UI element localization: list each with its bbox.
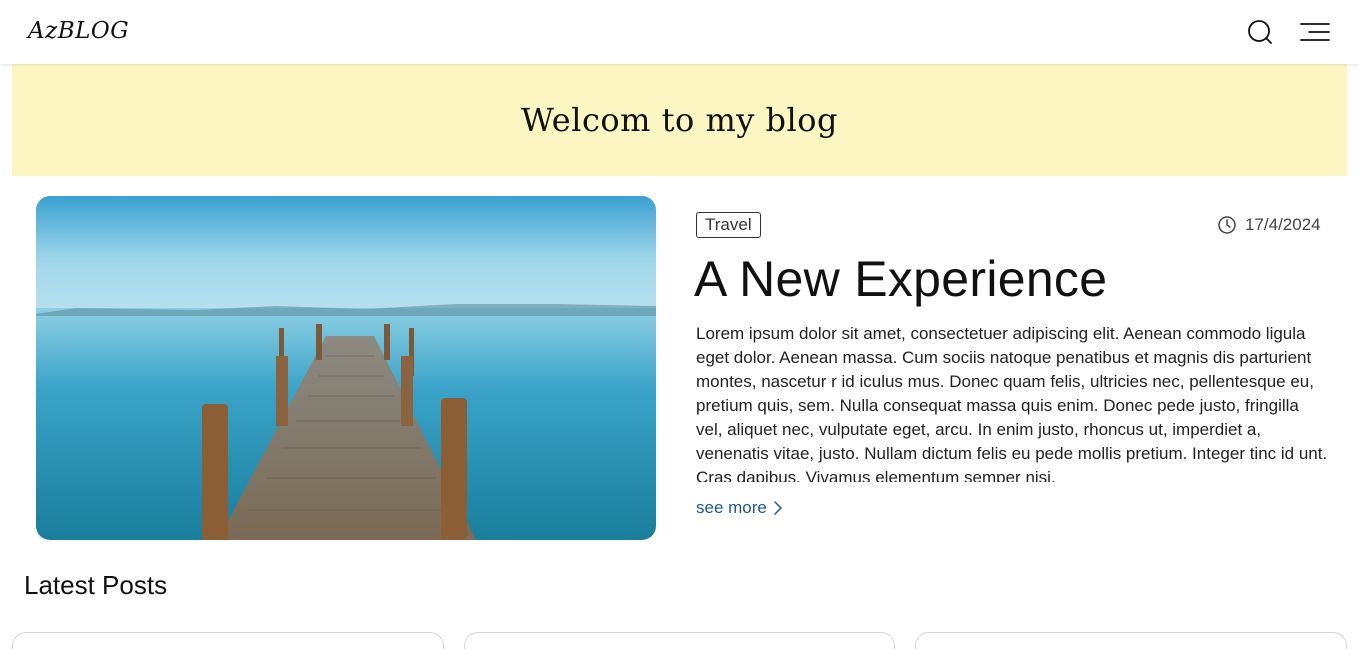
featured-post-excerpt: Lorem ipsum dolor sit amet, consectetuer… <box>696 324 1328 482</box>
latest-posts-heading: Latest Posts <box>24 570 168 600</box>
search-button[interactable] <box>1242 14 1278 50</box>
post-card[interactable] <box>915 632 1347 649</box>
category-badge[interactable]: Travel <box>696 212 761 238</box>
top-navbar: AzBLOG <box>0 0 1359 64</box>
post-date-text: 17/4/2024 <box>1245 215 1321 234</box>
clock-icon <box>1218 216 1236 234</box>
pier-lake-illustration <box>36 196 656 540</box>
featured-post-title[interactable]: A New Experience <box>694 250 1107 308</box>
see-more-link[interactable]: see more <box>696 498 783 518</box>
search-icon <box>1248 20 1272 44</box>
post-card[interactable] <box>12 632 444 649</box>
post-card[interactable] <box>464 632 895 649</box>
site-logo[interactable]: AzBLOG <box>28 18 129 44</box>
chevron-right-icon <box>774 501 782 515</box>
featured-post-image[interactable] <box>36 196 656 540</box>
welcome-banner: Welcom to my blog <box>12 64 1347 176</box>
menu-icon <box>1300 23 1330 41</box>
see-more-label: see more <box>696 498 767 517</box>
menu-button[interactable] <box>1297 14 1333 50</box>
banner-title: Welcom to my blog <box>520 101 838 139</box>
post-date: 17/4/2024 <box>1217 213 1321 237</box>
